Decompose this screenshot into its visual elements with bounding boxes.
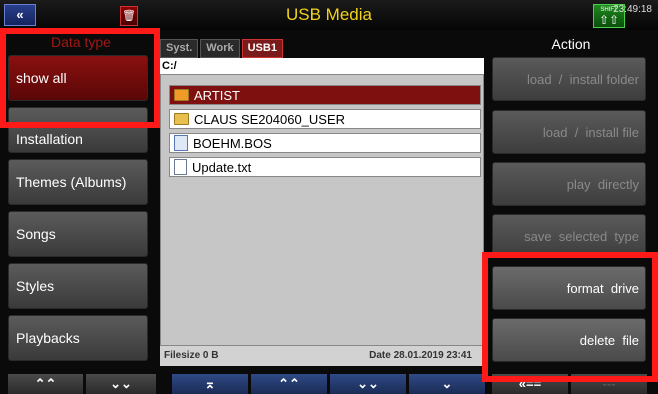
format-drive-button[interactable]: format drive bbox=[492, 266, 646, 310]
path-bar: C:/ bbox=[160, 58, 484, 74]
status-bar: Filesize 0 B Date 28.01.2019 23:41 bbox=[160, 345, 484, 366]
file-size: Filesize 0 B bbox=[164, 350, 219, 361]
tab-usb1[interactable]: USB1 bbox=[241, 39, 283, 58]
text-file-icon bbox=[174, 159, 187, 175]
file-name: ARTIST bbox=[194, 87, 240, 103]
data-type-installation[interactable]: Installation bbox=[8, 107, 148, 153]
file-name: CLAUS SE204060_USER bbox=[194, 111, 346, 127]
list-item[interactable]: ARTIST bbox=[169, 85, 481, 105]
scroll-up-icon[interactable]: ⌃⌃ bbox=[251, 374, 327, 394]
file-name: Update.txt bbox=[192, 159, 252, 175]
save-selected-type-button[interactable]: save selected type bbox=[492, 214, 646, 258]
load-install-file-button[interactable]: load / install file bbox=[492, 110, 646, 154]
scroll-down-icon[interactable]: ⌄⌄ bbox=[330, 374, 406, 394]
action-label: delete file bbox=[579, 332, 639, 348]
bos-file-icon bbox=[174, 135, 188, 151]
data-type-label: Styles bbox=[16, 278, 55, 294]
file-name: BOEHM.BOS bbox=[193, 135, 272, 151]
data-type-label: Themes (Albums) bbox=[16, 174, 127, 190]
top-icon[interactable]: ⌅ bbox=[172, 374, 248, 394]
usb-media-screen: « 🗑 USB Media SHIFT ⇧⇧ 23:49:18 Data typ… bbox=[0, 0, 658, 394]
page-down-icon[interactable]: ⌄⌄ bbox=[86, 374, 156, 394]
action-label: format drive bbox=[566, 280, 639, 296]
tab-work[interactable]: Work bbox=[200, 39, 240, 58]
action-header: Action bbox=[551, 36, 591, 52]
clock: 23:49:18 bbox=[613, 4, 652, 15]
shift-arrow-icon: ⇧⇧ bbox=[598, 13, 620, 27]
file-date: Date 28.01.2019 23:41 bbox=[369, 350, 472, 361]
load-install-folder-button[interactable]: load / install folder bbox=[492, 57, 646, 101]
empty-button: --- bbox=[571, 374, 647, 394]
data-type-label: Playbacks bbox=[16, 330, 80, 346]
back-arrow-button[interactable]: «== bbox=[492, 374, 568, 394]
action-label: play directly bbox=[566, 176, 639, 192]
top-bar: « 🗑 USB Media SHIFT ⇧⇧ 23:49:18 bbox=[0, 0, 658, 30]
action-label: save selected type bbox=[524, 228, 639, 244]
data-type-show-all[interactable]: show all bbox=[8, 55, 148, 101]
play-directly-button[interactable]: play directly bbox=[492, 162, 646, 206]
page-up-icon[interactable]: ⌃⌃ bbox=[8, 374, 83, 394]
list-item[interactable]: CLAUS SE204060_USER bbox=[169, 109, 481, 129]
list-item[interactable]: BOEHM.BOS bbox=[169, 133, 481, 153]
list-item[interactable]: Update.txt bbox=[169, 157, 481, 177]
bottom-icon[interactable]: ⌄ bbox=[409, 374, 485, 394]
delete-file-button[interactable]: delete file bbox=[492, 318, 646, 362]
data-type-themes[interactable]: Themes (Albums) bbox=[8, 159, 148, 205]
data-type-playbacks[interactable]: Playbacks bbox=[8, 315, 148, 361]
data-type-label: show all bbox=[16, 70, 67, 86]
open-folder-icon bbox=[174, 89, 189, 101]
data-type-styles[interactable]: Styles bbox=[8, 263, 148, 309]
action-label: load / install folder bbox=[526, 71, 639, 87]
data-type-label: Installation bbox=[16, 131, 83, 147]
page-title: USB Media bbox=[286, 5, 372, 24]
data-type-songs[interactable]: Songs bbox=[8, 211, 148, 257]
tab-syst[interactable]: Syst. bbox=[160, 39, 199, 58]
data-type-label: Songs bbox=[16, 226, 56, 242]
file-list: ARTIST CLAUS SE204060_USER BOEHM.BOS Upd… bbox=[160, 74, 484, 366]
data-type-header: Data type bbox=[51, 34, 111, 50]
action-label: load / install file bbox=[542, 124, 639, 140]
folder-icon bbox=[174, 113, 189, 125]
drive-tabs: Syst. Work USB1 bbox=[160, 39, 283, 58]
